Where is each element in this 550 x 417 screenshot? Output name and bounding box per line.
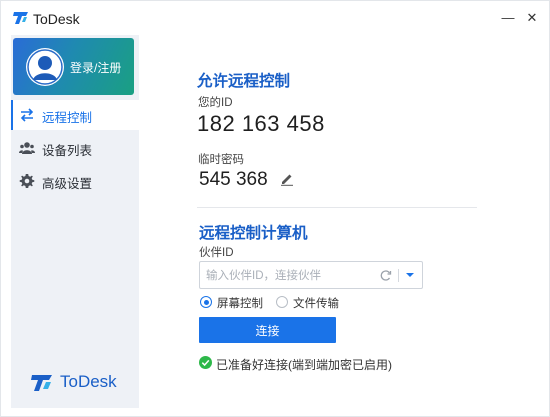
- app-window: ToDesk — ✕ 登录/注册 远程控制 设备列表 高级设置 ToDesk 允…: [0, 0, 550, 417]
- allow-remote-heading: 允许远程控制: [197, 73, 291, 90]
- close-button[interactable]: ✕: [522, 9, 542, 27]
- partner-id-label: 伙伴ID: [199, 247, 234, 259]
- users-icon: [19, 142, 35, 154]
- sidebar-item-advanced-settings[interactable]: 高级设置: [11, 166, 139, 196]
- login-register-label: 登录/注册: [70, 61, 122, 75]
- remote-control-heading: 远程控制计算机: [199, 225, 308, 242]
- partner-id-input[interactable]: [206, 266, 371, 285]
- section-divider: [197, 207, 477, 208]
- radio-dot: [276, 296, 288, 308]
- radio-dot: [200, 296, 212, 308]
- connect-button[interactable]: 连接: [199, 317, 336, 343]
- sidebar-item-device-list[interactable]: 设备列表: [11, 133, 139, 163]
- history-clear-icon[interactable]: [379, 269, 392, 282]
- todesk-logo-icon: [13, 12, 28, 24]
- radio-label: 屏幕控制: [217, 298, 263, 310]
- status-text: 已准备好连接(端到端加密已启用): [216, 358, 392, 372]
- gear-icon: [19, 174, 35, 188]
- input-separator: [398, 269, 399, 282]
- sidebar-item-label: 高级设置: [42, 177, 93, 191]
- swap-arrows-icon: [20, 108, 34, 122]
- title-bar: ToDesk — ✕: [1, 1, 549, 35]
- chevron-down-icon[interactable]: [405, 271, 415, 279]
- main-panel: 允许远程控制 您的ID 182 163 458 临时密码 545 368 远程控…: [139, 35, 549, 408]
- login-card[interactable]: 登录/注册: [13, 38, 134, 95]
- pencil-edit-icon[interactable]: [280, 172, 294, 186]
- brand-footer: ToDesk: [31, 371, 131, 393]
- todesk-logo-icon: [31, 375, 52, 391]
- sidebar-item-label: 远程控制: [42, 111, 93, 125]
- temp-password-label: 临时密码: [198, 154, 244, 166]
- partner-id-field: [199, 261, 423, 289]
- radio-label: 文件传输: [293, 298, 339, 310]
- user-avatar-icon: [27, 49, 63, 85]
- avatar: [26, 48, 64, 86]
- window-title: ToDesk: [33, 11, 80, 27]
- temp-password-value: 545 368: [199, 169, 268, 190]
- minimize-button[interactable]: —: [498, 9, 518, 27]
- brand-name: ToDesk: [60, 372, 117, 391]
- your-id-label: 您的ID: [198, 97, 233, 109]
- sidebar-item-remote-control[interactable]: 远程控制: [11, 100, 139, 130]
- sidebar: 登录/注册 远程控制 设备列表 高级设置 ToDesk: [11, 35, 139, 408]
- sidebar-item-label: 设备列表: [42, 144, 93, 158]
- device-id-value: 182 163 458: [197, 111, 325, 136]
- check-circle-icon: [199, 356, 212, 369]
